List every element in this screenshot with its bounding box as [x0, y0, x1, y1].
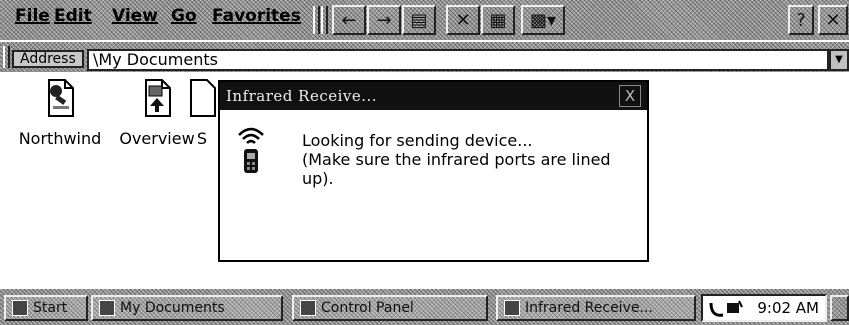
menu-go[interactable]: Go: [171, 6, 197, 26]
task-control-panel[interactable]: Control Panel: [292, 295, 488, 321]
infrared-icon: [238, 127, 264, 173]
infrared-icon: [504, 300, 520, 316]
delete-icon[interactable]: ✕: [446, 5, 480, 35]
dialog-title: Infrared Receive...: [226, 87, 378, 105]
control-panel-icon: [300, 300, 316, 316]
database-icon: [48, 79, 74, 117]
address-bar: Address \My Documents ▼: [0, 40, 849, 74]
help-icon[interactable]: ?: [788, 5, 814, 35]
menu-view[interactable]: View: [112, 6, 158, 26]
dialog-titlebar[interactable]: Infrared Receive... X: [220, 82, 647, 110]
address-grip[interactable]: [3, 46, 10, 68]
file-label: Northwind: [18, 129, 102, 148]
chevron-down-icon[interactable]: ▼: [829, 49, 849, 71]
menu-favorites[interactable]: Favorites: [212, 6, 301, 26]
menu-file[interactable]: File: [15, 6, 50, 26]
menu-edit[interactable]: Edit: [54, 6, 92, 26]
dialog-message-line1: Looking for sending device...: [302, 131, 533, 150]
task-my-documents[interactable]: My Documents: [91, 295, 283, 321]
dialog-message-line2: (Make sure the infrared ports are lined …: [302, 150, 611, 188]
clock[interactable]: 9:02 AM: [757, 299, 819, 317]
dialog-close-button[interactable]: X: [619, 85, 641, 107]
start-label: Start: [33, 300, 68, 316]
presentation-icon: [145, 79, 171, 117]
properties-icon[interactable]: ▦: [481, 5, 515, 35]
file-item-northwind[interactable]: Northwind: [15, 78, 105, 148]
views-icon[interactable]: ▩▾: [521, 5, 565, 35]
windows-logo-icon: [12, 300, 28, 316]
system-tray: 9:02 AM: [701, 294, 827, 322]
start-button[interactable]: Start: [4, 295, 88, 321]
task-label: Infrared Receive...: [525, 300, 653, 316]
address-label: Address: [12, 50, 84, 68]
infrared-receive-dialog: Infrared Receive... X Looking for sendin…: [218, 80, 649, 262]
task-infrared-receive[interactable]: Infrared Receive...: [496, 295, 696, 321]
folder-icon: [99, 300, 115, 316]
menu-bar: File Edit View Go Favorites ← → ▤ ✕ ▦ ▩▾…: [0, 0, 849, 40]
up-icon[interactable]: ▤: [402, 5, 436, 35]
toolbar-grip[interactable]: [313, 6, 320, 34]
forward-icon[interactable]: →: [367, 5, 401, 35]
address-input[interactable]: \My Documents: [87, 49, 829, 71]
toolbar-grip[interactable]: [321, 6, 328, 34]
show-desktop-button[interactable]: [830, 295, 849, 321]
file-icon: [190, 79, 216, 117]
taskbar: Start My Documents Control Panel Infrare…: [0, 287, 849, 325]
network-icon[interactable]: [709, 299, 743, 319]
task-label: My Documents: [120, 300, 225, 316]
back-icon[interactable]: ←: [332, 5, 366, 35]
close-icon[interactable]: ✕: [818, 5, 848, 35]
task-label: Control Panel: [321, 300, 414, 316]
